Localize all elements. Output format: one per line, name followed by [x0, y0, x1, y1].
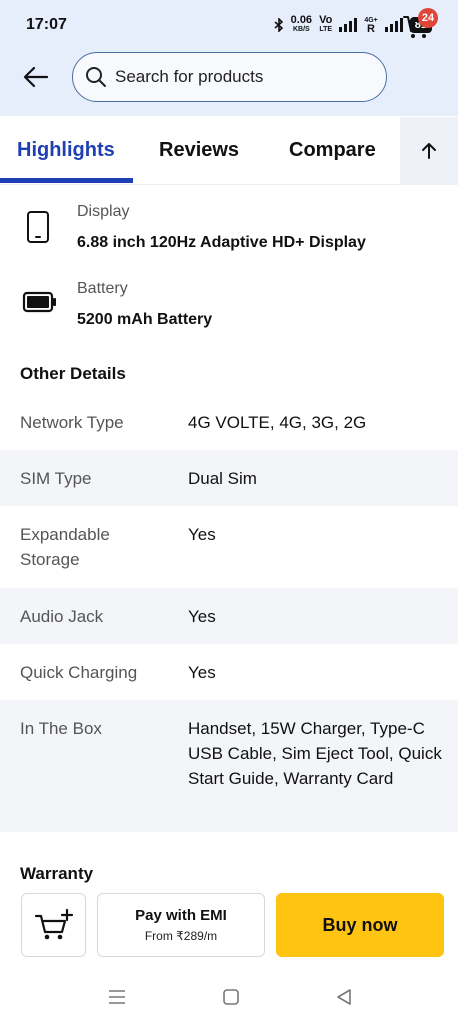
status-time: 17:07: [26, 16, 67, 33]
highlight-label: Battery: [77, 280, 128, 297]
volte-top: Vo: [319, 14, 333, 26]
header: [0, 48, 458, 116]
highlight-label: Display: [77, 203, 130, 220]
back-button[interactable]: [18, 62, 54, 92]
tab-highlights[interactable]: Highlights: [17, 139, 115, 162]
highlight-value: 6.88 inch 120Hz Adaptive HD+ Display: [77, 234, 366, 251]
detail-value: Dual Sim: [188, 469, 257, 488]
search-input[interactable]: [115, 67, 365, 87]
detail-value: Yes: [188, 663, 216, 682]
nav-back-button[interactable]: [331, 984, 357, 1010]
signal-icon-2: [384, 18, 403, 32]
tab-compare[interactable]: Compare: [289, 139, 376, 162]
detail-value: Yes: [188, 525, 216, 544]
nav-menu-button[interactable]: [104, 984, 130, 1010]
system-nav-bar: [0, 970, 458, 1024]
detail-value: Handset, 15W Charger, Type-C USB Cable, …: [188, 719, 442, 788]
volte-indicator: Vo LTE: [319, 14, 333, 34]
emi-subtitle: From ₹289/m: [144, 929, 218, 943]
scroll-top-button[interactable]: [400, 117, 458, 185]
phone-icon: [27, 211, 49, 243]
network-bottom: R: [367, 23, 375, 35]
cart-plus-icon: [34, 908, 73, 940]
emi-title: Pay with EMI: [135, 907, 227, 924]
net-speed-value: 0.06: [290, 14, 313, 26]
table-row: Network Type 4G VOLTE, 4G, 3G, 2G: [0, 394, 458, 450]
highlight-battery: Battery 5200 mAh Battery: [0, 277, 458, 341]
search-icon: [86, 67, 106, 87]
nav-home-button[interactable]: [218, 984, 244, 1010]
network-type: 4G+ R: [364, 16, 377, 35]
highlight-value: 5200 mAh Battery: [77, 311, 213, 328]
detail-value: 4G VOLTE, 4G, 3G, 2G: [188, 413, 367, 432]
detail-key: SIM Type: [20, 469, 92, 488]
table-row: Expandable Storage Yes: [0, 506, 458, 588]
action-bar: Pay with EMI From ₹289/m Buy now: [0, 884, 458, 970]
detail-key: Audio Jack: [20, 607, 104, 626]
volte-bottom: LTE: [319, 26, 333, 33]
signal-icon: [339, 18, 358, 32]
tab-bar: Highlights Reviews Compare: [0, 117, 458, 185]
active-tab-indicator: [0, 178, 133, 183]
highlight-display: Display 6.88 inch 120Hz Adaptive HD+ Dis…: [0, 200, 458, 264]
detail-key: Quick Charging: [20, 663, 138, 682]
tab-reviews[interactable]: Reviews: [159, 139, 239, 162]
table-row: SIM Type Dual Sim: [0, 450, 458, 506]
arrow-left-icon: [23, 66, 49, 88]
menu-icon: [109, 990, 125, 1004]
other-details-title: Other Details: [20, 364, 126, 383]
warranty-title: Warranty: [20, 864, 94, 883]
detail-key: Expandable Storage: [20, 525, 110, 569]
cart-badge: 24: [418, 8, 438, 28]
detail-value: Yes: [188, 607, 216, 626]
search-box[interactable]: [72, 52, 387, 102]
table-row: In The Box Handset, 15W Charger, Type-C …: [0, 700, 458, 832]
add-to-cart-button[interactable]: [21, 893, 86, 957]
triangle-back-icon: [337, 989, 351, 1005]
table-row: Quick Charging Yes: [0, 644, 458, 700]
battery-icon: [22, 291, 56, 313]
buy-now-button[interactable]: Buy now: [276, 893, 444, 957]
status-bar: 17:07 0.06 KB/S Vo LTE 4G+ R 81: [0, 0, 458, 48]
arrow-up-icon: [422, 143, 436, 159]
home-square-icon: [223, 989, 239, 1005]
net-speed-unit: KB/S: [292, 26, 310, 33]
bluetooth-icon: [274, 18, 283, 32]
detail-key: In The Box: [20, 719, 102, 738]
detail-key: Network Type: [20, 413, 124, 432]
pay-with-emi-button[interactable]: Pay with EMI From ₹289/m: [97, 893, 265, 957]
net-speed: 0.06 KB/S: [290, 14, 313, 34]
table-row: Audio Jack Yes: [0, 588, 458, 644]
